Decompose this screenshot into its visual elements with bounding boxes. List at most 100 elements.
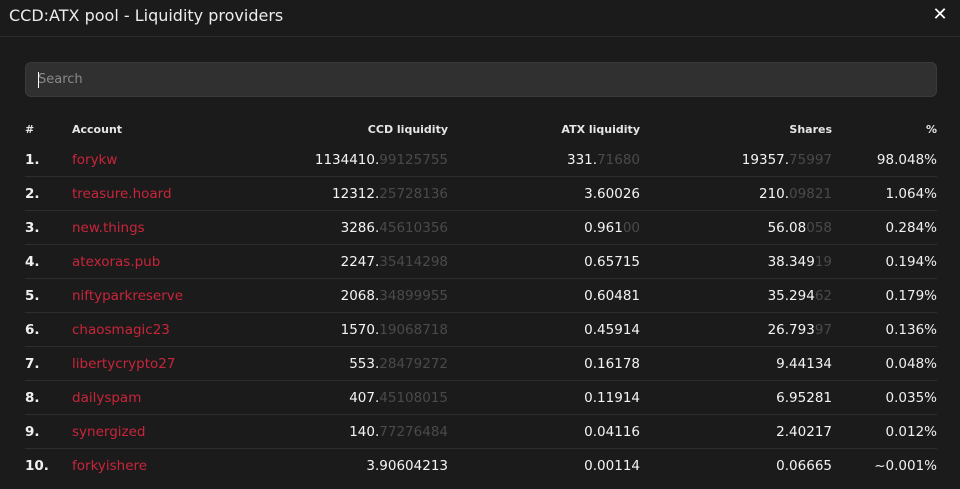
shares-value: 26.793 <box>767 321 815 338</box>
percent-cell: ~0.001% <box>832 448 937 482</box>
rank-cell: 2. <box>25 176 72 211</box>
rank-cell: 7. <box>25 346 72 381</box>
ccd-liquidity-cell: 2068.34899955 <box>232 278 448 313</box>
atx-liquidity-cell: 0.45914 <box>448 312 640 347</box>
shares-cell: 26.79397 <box>640 312 832 347</box>
ccd-liquidity-value: 553. <box>349 355 380 372</box>
atx-liquidity-cell: 0.00114 <box>448 448 640 482</box>
account-link[interactable]: chaosmagic23 <box>72 312 232 347</box>
account-link[interactable]: new.things <box>72 210 232 245</box>
ccd-liquidity-value: 3286. <box>340 219 380 236</box>
shares-value: 56.08 <box>767 219 807 236</box>
table-row: 8. dailyspam 407.45108015 0.11914 6.95281 0.0… <box>25 380 937 415</box>
ccd-liquidity-extra-digits: 99125755 <box>379 151 448 168</box>
atx-liquidity-value: 0.65715 <box>584 253 640 270</box>
shares-value: 19357. <box>741 151 790 168</box>
search-box[interactable] <box>25 62 937 97</box>
rank-cell: 4. <box>25 244 72 279</box>
ccd-liquidity-extra-digits: 19068718 <box>379 321 448 338</box>
shares-extra-digits: 058 <box>806 219 832 236</box>
ccd-liquidity-value: 12312. <box>332 185 380 202</box>
ccd-liquidity-cell: 3.90604213 <box>232 448 448 482</box>
account-link[interactable]: treasure.hoard <box>72 176 232 211</box>
shares-cell: 210.09821 <box>640 176 832 211</box>
percent-cell: 0.284% <box>832 210 937 245</box>
table-row: 4. atexoras.pub 2247.35414298 0.65715 38.349… <box>25 244 937 279</box>
atx-liquidity-value: 0.60481 <box>584 287 640 304</box>
account-link[interactable]: forkyishere <box>72 448 232 482</box>
shares-cell: 19357.75997 <box>640 143 832 177</box>
shares-cell: 0.06665 <box>640 448 832 482</box>
percent-cell: 0.136% <box>832 312 937 347</box>
atx-liquidity-value: 0.961 <box>584 219 623 236</box>
atx-liquidity-value: 0.04116 <box>584 423 640 440</box>
ccd-liquidity-cell: 1570.19068718 <box>232 312 448 347</box>
shares-value: 2.40217 <box>776 423 832 440</box>
column-header-shares[interactable]: Shares <box>640 115 832 143</box>
account-link[interactable]: dailyspam <box>72 380 232 415</box>
atx-liquidity-value: 0.00114 <box>584 457 640 474</box>
shares-cell: 2.40217 <box>640 414 832 449</box>
rank-cell: 8. <box>25 380 72 415</box>
atx-liquidity-cell: 331.71680 <box>448 143 640 177</box>
modal-title: CCD:ATX pool - Liquidity providers <box>9 6 284 25</box>
atx-liquidity-cell: 0.16178 <box>448 346 640 381</box>
percent-cell: 98.048% <box>876 151 937 168</box>
ccd-liquidity-extra-digits: 77276484 <box>379 423 448 440</box>
ccd-liquidity-extra-digits: 35414298 <box>379 253 448 270</box>
shares-value: 9.44134 <box>776 355 832 372</box>
table-row: 2. treasure.hoard 12312.25728136 3.60026 210… <box>25 176 937 211</box>
percent-cell: 0.194% <box>832 244 937 279</box>
rank-cell: 10. <box>25 448 72 482</box>
column-header-account[interactable]: Account <box>72 115 232 143</box>
ccd-liquidity-cell: 140.77276484 <box>232 414 448 449</box>
atx-liquidity-cell: 0.04116 <box>448 414 640 449</box>
ccd-liquidity-cell: 407.45108015 <box>232 380 448 415</box>
account-link[interactable]: forykw <box>72 143 232 177</box>
search-input[interactable] <box>38 63 918 96</box>
ccd-liquidity-value: 2247. <box>340 253 380 270</box>
atx-liquidity-value: 0.16178 <box>584 355 640 372</box>
atx-liquidity-cell: 0.96100 <box>448 210 640 245</box>
table-row: 5. niftyparkreserve 2068.34899955 0.60481 35… <box>25 278 937 313</box>
account-link[interactable]: niftyparkreserve <box>72 278 232 313</box>
atx-liquidity-cell: 0.65715 <box>448 244 640 279</box>
column-header-percent[interactable]: % <box>832 115 937 143</box>
column-header-atx-liquidity[interactable]: ATX liquidity <box>448 115 640 143</box>
shares-value: 38.349 <box>767 253 815 270</box>
shares-value: 35.294 <box>767 287 815 304</box>
liquidity-providers-modal: CCD:ATX pool - Liquidity providers ✕ # A… <box>0 0 960 489</box>
percent-cell: 0.179% <box>832 278 937 313</box>
shares-extra-digits: 97 <box>814 321 832 338</box>
text-caret <box>38 72 39 88</box>
atx-liquidity-cell: 0.60481 <box>448 278 640 313</box>
rank-cell: 3. <box>25 210 72 245</box>
percent-cell: 0.048% <box>832 346 937 381</box>
shares-value: 0.06665 <box>776 457 832 474</box>
shares-cell: 9.44134 <box>640 346 832 381</box>
ccd-liquidity-value: 2068. <box>340 287 380 304</box>
account-link[interactable]: synergized <box>72 414 232 449</box>
shares-extra-digits: 19 <box>814 253 832 270</box>
account-link[interactable]: libertycrypto27 <box>72 346 232 381</box>
ccd-liquidity-cell: 12312.25728136 <box>232 176 448 211</box>
table-row: 10. forkyishere 3.90604213 0.00114 0.06665 ~0… <box>25 448 937 482</box>
rank-cell: 6. <box>25 312 72 347</box>
column-header-ccd-liquidity[interactable]: CCD liquidity <box>232 115 448 143</box>
ccd-liquidity-extra-digits: 34899955 <box>379 287 448 304</box>
ccd-liquidity-cell: 553.28479272 <box>232 346 448 381</box>
shares-extra-digits: 62 <box>814 287 832 304</box>
table-row: 6. chaosmagic23 1570.19068718 0.45914 26.793… <box>25 312 937 347</box>
table-row: 3. new.things 3286.45610356 0.96100 56.08058… <box>25 210 937 245</box>
shares-cell: 6.95281 <box>640 380 832 415</box>
shares-cell: 38.34919 <box>640 244 832 279</box>
percent-cell: 0.035% <box>832 380 937 415</box>
atx-liquidity-value: 0.11914 <box>584 389 640 406</box>
column-header-rank[interactable]: # <box>25 115 72 143</box>
ccd-liquidity-cell: 1134410.99125755 <box>232 143 448 177</box>
ccd-liquidity-value: 1134410. <box>314 151 380 168</box>
ccd-liquidity-cell: 2247.35414298 <box>232 244 448 279</box>
table-row: 7. libertycrypto27 553.28479272 0.16178 9.44… <box>25 346 937 381</box>
account-link[interactable]: atexoras.pub <box>72 244 232 279</box>
close-icon[interactable]: ✕ <box>930 4 950 26</box>
